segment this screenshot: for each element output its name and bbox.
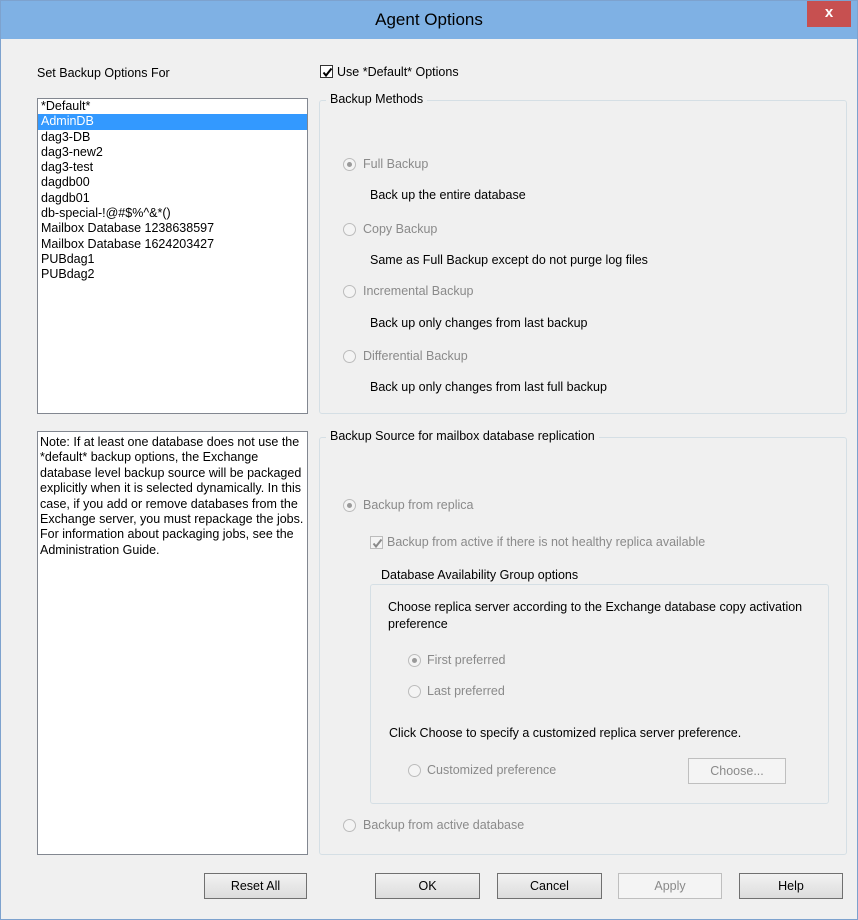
first-preferred-label: First preferred — [427, 653, 506, 667]
agent-options-dialog: Agent Options x Set Backup Options For *… — [0, 0, 858, 920]
database-list-item[interactable]: Mailbox Database 1624203427 — [38, 237, 307, 252]
set-backup-options-label: Set Backup Options For — [37, 66, 170, 80]
database-list-item[interactable]: dag3-new2 — [38, 145, 307, 160]
backup-source-title: Backup Source for mailbox database repli… — [326, 429, 599, 443]
choose-replica-text: Choose replica server according to the E… — [388, 600, 803, 631]
backup-from-active-radio[interactable] — [343, 819, 356, 832]
copy-backup-label: Copy Backup — [363, 222, 438, 236]
differential-backup-label: Differential Backup — [363, 349, 468, 363]
backup-from-active-label: Backup from active database — [363, 818, 525, 832]
window-title: Agent Options — [375, 10, 483, 29]
first-preferred-radio[interactable] — [408, 654, 421, 667]
checkmark-icon — [322, 67, 333, 78]
incremental-backup-description: Back up only changes from last backup — [370, 316, 588, 330]
incremental-backup-radio[interactable] — [343, 285, 356, 298]
reset-all-button[interactable]: Reset All — [204, 873, 307, 899]
help-button[interactable]: Help — [739, 873, 843, 899]
database-list-item[interactable]: *Default* — [38, 99, 307, 114]
cancel-button[interactable]: Cancel — [497, 873, 602, 899]
backup-from-active-fallback-checkbox[interactable] — [370, 536, 383, 549]
copy-backup-radio[interactable] — [343, 223, 356, 236]
checkmark-icon — [372, 538, 383, 549]
backup-from-replica-radio[interactable] — [343, 499, 356, 512]
click-choose-text: Click Choose to specify a customized rep… — [389, 726, 742, 740]
backup-from-active-fallback-label: Backup from active if there is not healt… — [387, 535, 706, 549]
database-list-item[interactable]: AdminDB — [38, 114, 307, 130]
full-backup-radio[interactable] — [343, 158, 356, 171]
differential-backup-description: Back up only changes from last full back… — [370, 380, 607, 394]
title-bar[interactable]: Agent Options x — [1, 1, 857, 39]
backup-methods-title: Backup Methods — [326, 92, 428, 106]
customized-preference-radio[interactable] — [408, 764, 421, 777]
database-list-item[interactable]: dag3-test — [38, 160, 307, 175]
database-list-item[interactable]: dagdb01 — [38, 191, 307, 206]
differential-backup-radio[interactable] — [343, 350, 356, 363]
use-default-checkbox[interactable] — [320, 65, 333, 78]
last-preferred-radio[interactable] — [408, 685, 421, 698]
full-backup-description: Back up the entire database — [370, 188, 526, 202]
ok-button[interactable]: OK — [375, 873, 480, 899]
copy-backup-description: Same as Full Backup except do not purge … — [370, 253, 648, 267]
incremental-backup-label: Incremental Backup — [363, 284, 474, 298]
database-list-item[interactable]: dagdb00 — [38, 175, 307, 190]
apply-button[interactable]: Apply — [618, 873, 722, 899]
database-list[interactable]: *Default* AdminDB dag3-DB dag3-new2 dag3-tes… — [37, 98, 308, 414]
database-list-item[interactable]: PUBdag2 — [38, 267, 307, 282]
database-list-item[interactable]: db-special-!@#$%^&*() — [38, 206, 307, 221]
backup-from-replica-label: Backup from replica — [363, 498, 474, 512]
use-default-label: Use *Default* Options — [337, 65, 459, 79]
choose-button[interactable]: Choose... — [688, 758, 786, 784]
full-backup-label: Full Backup — [363, 157, 429, 171]
last-preferred-label: Last preferred — [427, 684, 505, 698]
database-list-item[interactable]: PUBdag1 — [38, 252, 307, 267]
close-button[interactable]: x — [807, 1, 851, 27]
customized-preference-label: Customized preference — [427, 763, 557, 777]
dag-options-title: Database Availability Group options — [377, 568, 583, 582]
database-list-item[interactable]: Mailbox Database 1238638597 — [38, 221, 307, 236]
note-text: Note: If at least one database does not … — [40, 435, 304, 557]
note-box: Note: If at least one database does not … — [37, 431, 308, 855]
database-list-item[interactable]: dag3-DB — [38, 130, 307, 145]
